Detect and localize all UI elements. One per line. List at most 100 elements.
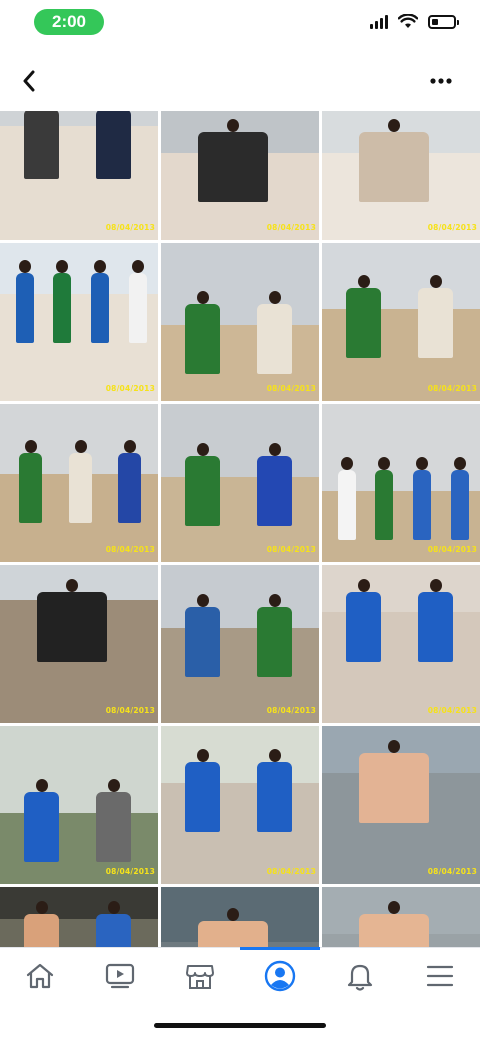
time-pill: 2:00 <box>34 9 104 35</box>
person-figure <box>96 914 131 947</box>
person-figure <box>37 592 107 662</box>
person-figure <box>268 443 281 456</box>
person-figure <box>454 457 466 470</box>
photo-thumbnail[interactable]: 08/04/2013 <box>0 404 158 562</box>
person-figure <box>123 440 136 453</box>
person-figure <box>451 470 469 540</box>
more-horizontal-icon <box>430 78 452 84</box>
person-figure <box>227 119 239 132</box>
person-figure <box>196 443 209 456</box>
photo-date-stamp: 08/04/2013 <box>266 706 316 715</box>
marketplace-icon <box>186 965 214 989</box>
tab-profile[interactable] <box>240 948 320 1004</box>
photo-thumbnail[interactable]: 08/04/2013 <box>322 565 480 723</box>
person-figure <box>378 457 390 470</box>
photo-thumbnail[interactable]: 08/04/2013 <box>0 111 158 240</box>
person-figure <box>198 132 268 202</box>
person-figure <box>346 592 381 662</box>
person-figure <box>74 440 87 453</box>
photo-thumbnail[interactable]: 08/04/2013 <box>322 404 480 562</box>
person-figure <box>69 453 92 523</box>
photo-thumbnail[interactable]: 08/04/2013 <box>322 887 480 947</box>
person-figure <box>198 921 268 947</box>
home-icon <box>26 963 54 989</box>
photo-thumbnail[interactable]: 08/04/2013 <box>161 565 319 723</box>
person-figure <box>196 291 209 304</box>
person-figure <box>185 304 220 374</box>
person-figure <box>16 273 34 343</box>
photo-thumbnail[interactable]: 08/04/2013 <box>161 726 319 884</box>
photo-date-stamp: 08/04/2013 <box>427 384 477 393</box>
tab-marketplace[interactable] <box>160 948 240 1004</box>
photo-date-stamp: 08/04/2013 <box>427 706 477 715</box>
photo-grid: 08/04/2013 08/04/2013 08/04/2013 08/04/2013… <box>0 111 480 947</box>
person-figure <box>359 132 429 202</box>
photo-date-stamp: 08/04/2013 <box>105 223 155 232</box>
person-figure <box>416 457 428 470</box>
photo-date-stamp: 08/04/2013 <box>427 867 477 876</box>
photo-thumbnail[interactable]: 08/04/2013 <box>322 111 480 240</box>
status-icons <box>370 14 459 29</box>
person-figure <box>375 470 393 540</box>
photo-date-stamp: 08/04/2013 <box>105 545 155 554</box>
person-figure <box>418 592 453 662</box>
photo-thumbnail[interactable]: 08/04/2013 <box>161 404 319 562</box>
person-figure <box>359 914 429 947</box>
bell-icon <box>347 964 373 991</box>
person-figure <box>257 304 292 374</box>
photo-thumbnail[interactable]: 08/04/2013 <box>0 887 158 947</box>
photo-thumbnail[interactable]: 08/04/2013 <box>0 243 158 401</box>
photo-thumbnail[interactable]: 08/04/2013 <box>322 243 480 401</box>
chevron-left-icon <box>23 70 35 92</box>
tab-menu[interactable] <box>400 948 480 1004</box>
photo-thumbnail[interactable]: 08/04/2013 <box>161 111 319 240</box>
person-figure <box>341 457 353 470</box>
more-options-button[interactable] <box>426 68 456 94</box>
person-figure <box>185 762 220 832</box>
person-figure <box>388 119 400 132</box>
photo-date-stamp: 08/04/2013 <box>266 384 316 393</box>
person-figure <box>107 779 120 792</box>
person-figure <box>429 275 442 288</box>
person-figure <box>185 607 220 677</box>
tab-home[interactable] <box>0 948 80 1004</box>
person-figure <box>257 762 292 832</box>
photo-date-stamp: 08/04/2013 <box>266 545 316 554</box>
person-figure <box>53 273 71 343</box>
person-figure <box>227 908 239 921</box>
signal-icon <box>370 14 388 29</box>
person-figure <box>56 260 68 273</box>
photo-thumbnail[interactable]: 08/04/2013 <box>0 565 158 723</box>
person-figure <box>338 470 356 540</box>
person-figure <box>107 901 120 914</box>
battery-icon <box>428 14 459 29</box>
person-figure <box>346 288 381 358</box>
person-figure <box>388 740 400 753</box>
person-figure <box>132 260 144 273</box>
photo-thumbnail[interactable]: 08/04/2013 <box>161 887 319 947</box>
person-figure <box>196 594 209 607</box>
person-figure <box>19 260 31 273</box>
photo-thumbnail[interactable]: 08/04/2013 <box>322 726 480 884</box>
person-figure <box>268 291 281 304</box>
person-figure <box>96 792 131 862</box>
photo-date-stamp: 08/04/2013 <box>105 867 155 876</box>
tab-notifications[interactable] <box>320 948 400 1004</box>
photo-thumbnail[interactable]: 08/04/2013 <box>161 243 319 401</box>
hamburger-menu-icon <box>426 965 454 987</box>
tab-watch[interactable] <box>80 948 160 1004</box>
person-figure <box>24 440 37 453</box>
person-figure <box>429 579 442 592</box>
person-figure <box>35 901 48 914</box>
photo-date-stamp: 08/04/2013 <box>427 545 477 554</box>
person-figure <box>24 111 59 179</box>
home-indicator <box>154 1023 326 1028</box>
status-time: 2:00 <box>51 12 87 31</box>
bottom-tab-bar <box>0 947 480 1007</box>
photo-thumbnail[interactable]: 08/04/2013 <box>0 726 158 884</box>
person-figure <box>268 594 281 607</box>
profile-icon <box>264 960 296 992</box>
person-figure <box>94 260 106 273</box>
back-button[interactable] <box>14 66 44 96</box>
photo-date-stamp: 08/04/2013 <box>427 223 477 232</box>
